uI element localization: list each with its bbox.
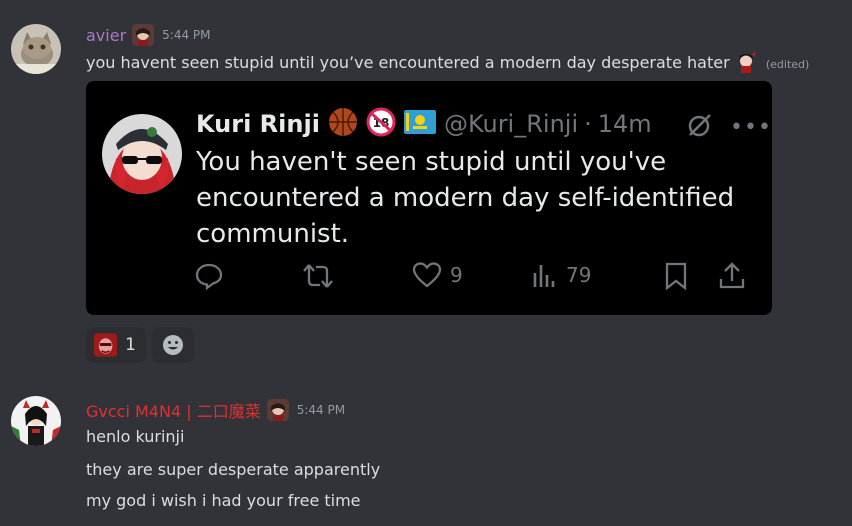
reaction-count: 1 [125,335,136,355]
separator-dot: · [584,110,592,138]
message-header: Gvcci M4N4 | 二口魔菜 5:44 PM [86,398,345,422]
retweet-icon [303,264,333,288]
speech-bubble-icon [195,263,223,291]
reaction-chip[interactable]: 1 [86,327,146,363]
slash-circle-icon[interactable] [686,111,714,143]
cat-avatar-icon [11,24,61,74]
tweet-header: Kuri Rinji 18 [196,107,652,141]
basketball-emoji-icon [328,107,358,141]
role-badge-icon [132,24,155,46]
add-reaction-button[interactable] [152,327,194,363]
tweet-handle[interactable]: @Kuri_Rinji [444,110,578,138]
chat-channel: avier 5:44 PM you havent seen stupid unt… [0,0,852,526]
bookmark-button[interactable] [664,261,688,291]
anime-girl-avatar-icon [11,396,61,446]
reply-button[interactable] [194,261,224,291]
tweet-avatar[interactable] [102,114,182,194]
more-options-button[interactable]: ••• [730,115,772,140]
no-under-18-emoji-icon: 18 [366,107,396,141]
username[interactable]: avier [86,26,126,45]
heart-icon [412,262,442,288]
role-badge-icon [266,399,289,421]
timestamp: 5:44 PM [296,403,346,417]
tweet-time[interactable]: 14m [598,110,652,138]
message-text: my god i wish i had your free time [86,491,361,510]
message-text: henlo kurinji [86,427,185,446]
tweet-display-name[interactable]: Kuri Rinji [196,110,320,138]
views-count: 79 [566,263,592,287]
username[interactable]: Gvcci M4N4 | 二口魔菜 [86,398,261,422]
message-text: they are super desperate apparently [86,460,381,479]
smiley-icon [163,335,183,355]
message-header: avier 5:44 PM [86,24,211,46]
tweet-text: You haven't seen stupid until you've enc… [196,147,735,249]
red-face-emoji-icon [94,333,118,357]
edited-label: (edited) [765,58,810,71]
like-count: 9 [450,263,463,287]
share-button[interactable] [718,261,746,291]
tweet-actions: 9 79 [194,261,754,293]
like-button[interactable]: 9 [412,261,463,289]
message-text: you havent seen stupid until you’ve enco… [86,53,730,72]
flag-emoji-icon [403,110,436,138]
anime-avatar-icon [102,114,182,194]
retweet-button[interactable] [302,261,334,291]
timestamp: 5:44 PM [162,28,211,42]
avatar[interactable] [11,396,61,446]
avatar[interactable] [11,24,61,74]
message-content: you havent seen stupid until you’ve enco… [86,51,809,76]
bookmark-icon [665,262,687,291]
views-button[interactable]: 79 [532,261,591,289]
tweet-embed[interactable]: Kuri Rinji 18 [86,81,772,315]
bar-chart-icon [533,265,555,287]
share-icon [719,262,745,289]
custom-emoji-icon[interactable] [734,51,757,73]
